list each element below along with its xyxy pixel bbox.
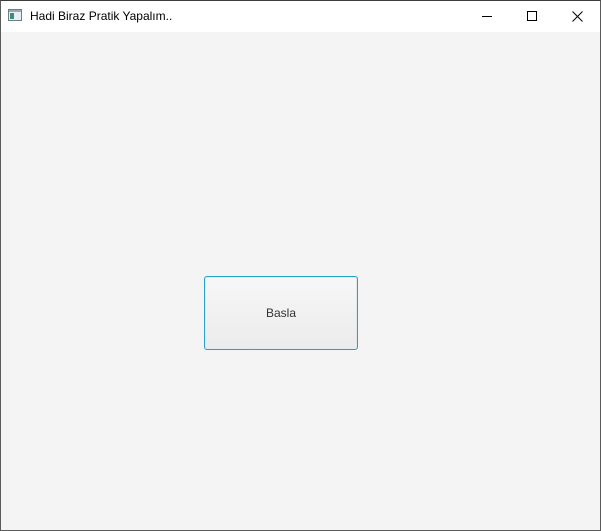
close-icon: [571, 10, 583, 22]
maximize-icon: [527, 11, 537, 21]
start-button[interactable]: Basla: [204, 276, 358, 350]
minimize-button[interactable]: [464, 1, 510, 31]
application-window: Hadi Biraz Pratik Yapalım.. Basla: [0, 0, 601, 531]
app-window-icon: [8, 9, 22, 21]
minimize-icon: [482, 16, 492, 17]
title-bar[interactable]: Hadi Biraz Pratik Yapalım..: [1, 1, 600, 32]
window-title: Hadi Biraz Pratik Yapalım..: [30, 9, 173, 23]
start-button-label: Basla: [265, 306, 297, 320]
maximize-button[interactable]: [509, 1, 555, 31]
close-button[interactable]: [554, 1, 600, 31]
main-content: Basla: [1, 32, 600, 530]
